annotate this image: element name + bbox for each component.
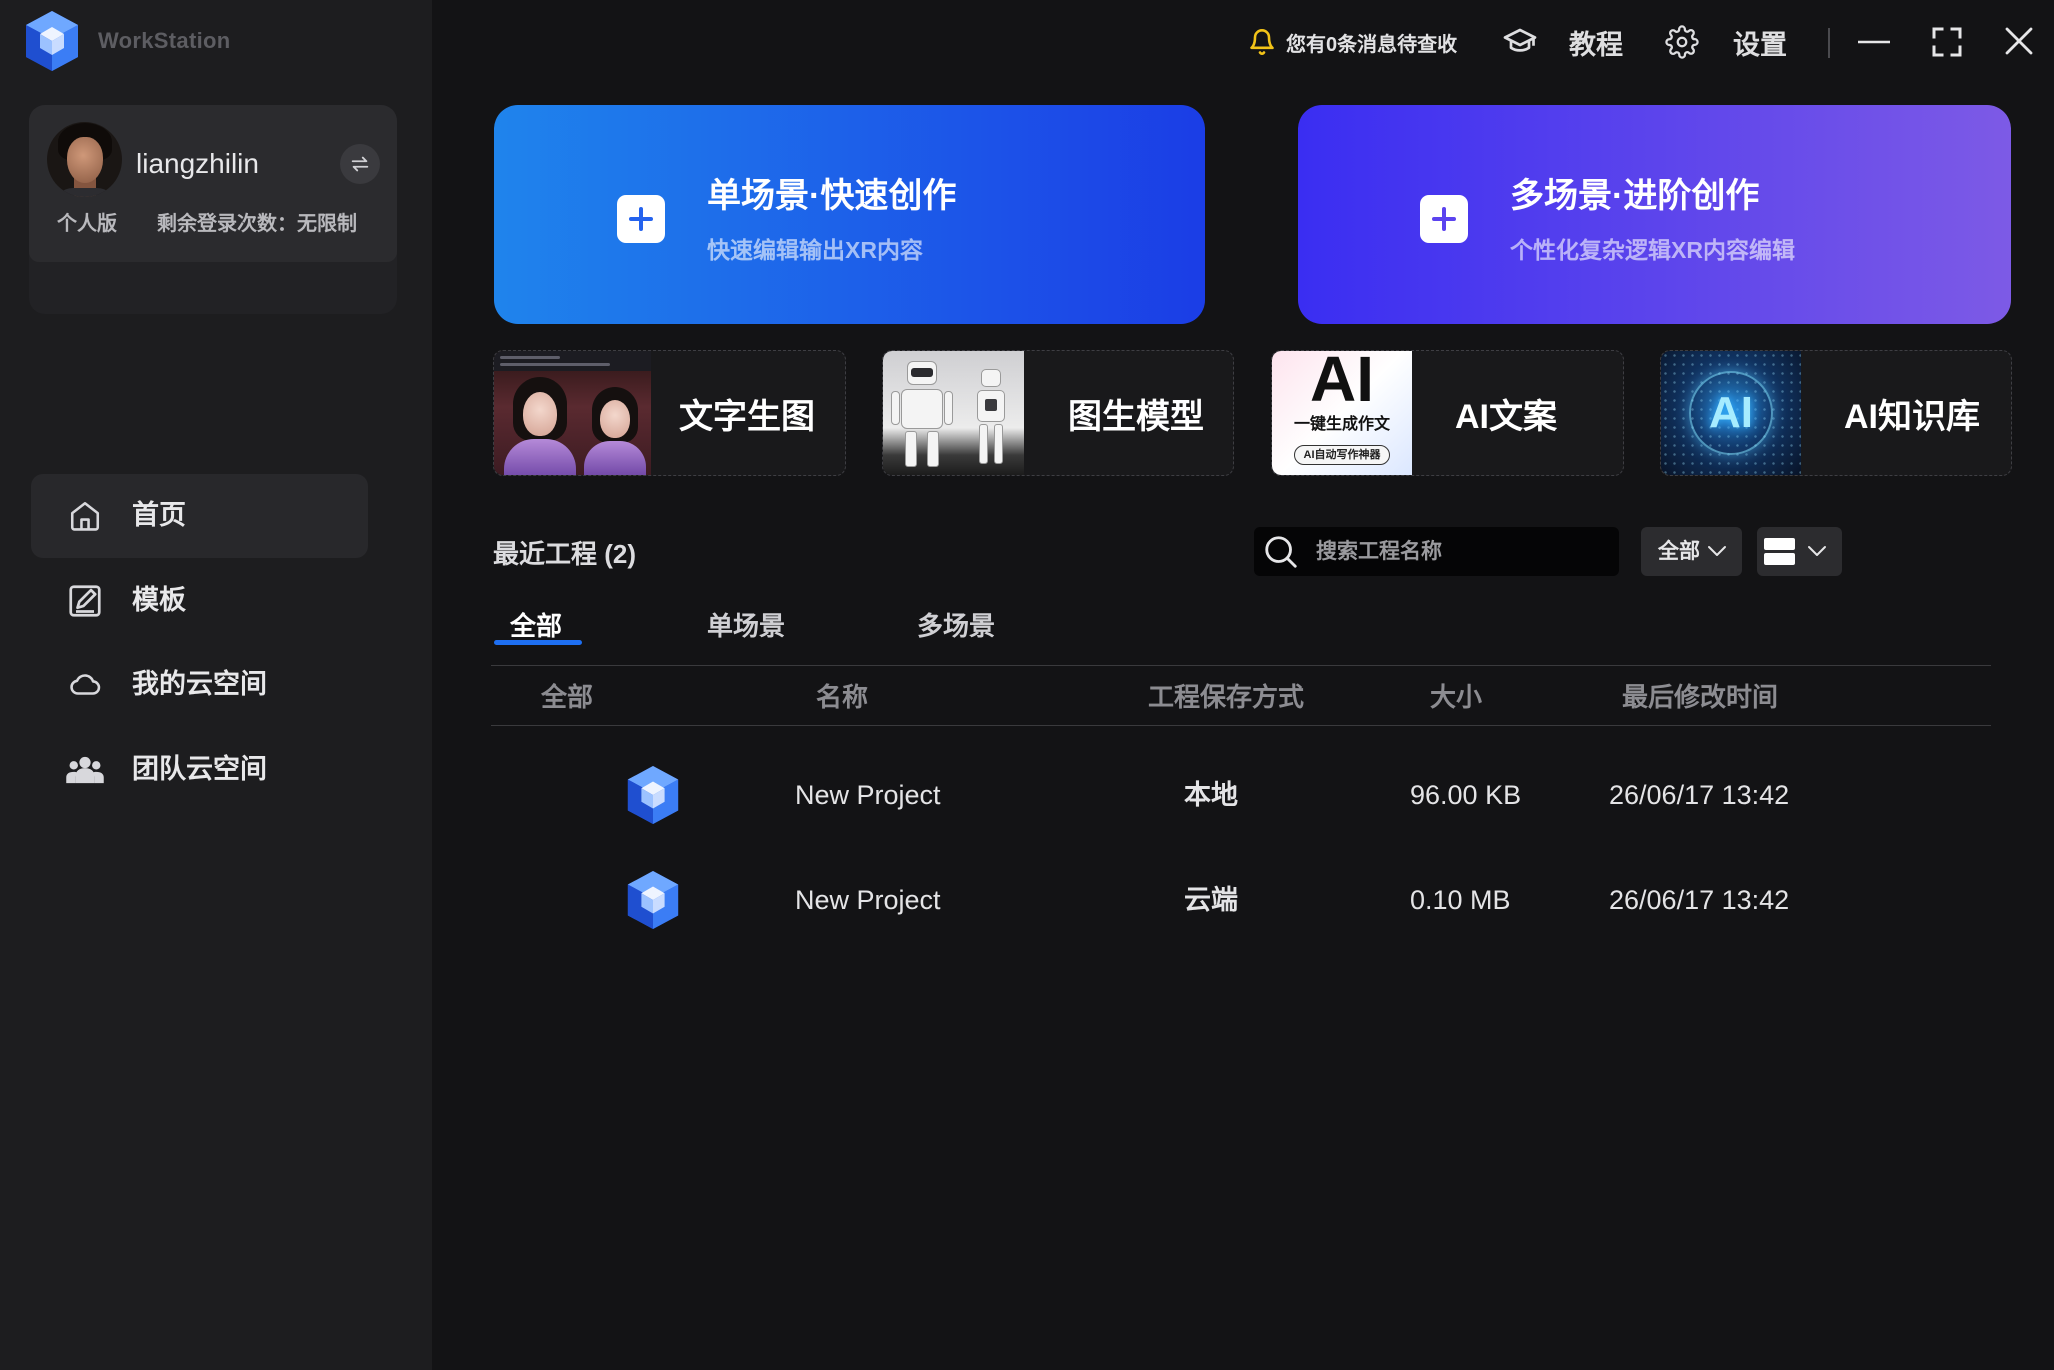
app-title: WorkStation — [98, 28, 231, 53]
feature-label: AI文案 — [1455, 397, 1557, 436]
sidebar-item-team-cloud[interactable]: 团队云空间 — [31, 728, 368, 812]
feature-label: 图生模型 — [1068, 397, 1204, 436]
switch-account-button[interactable] — [340, 144, 380, 184]
text-to-image-thumbnail — [494, 351, 651, 475]
graduation-cap-icon — [1503, 28, 1537, 52]
project-cube-icon — [627, 766, 679, 824]
minimize-button[interactable] — [1854, 22, 1894, 62]
view-mode-dropdown[interactable] — [1757, 527, 1842, 576]
project-modified: 26/06/17 13:42 — [1609, 780, 1790, 810]
bell-icon — [1250, 29, 1274, 55]
thumbnail-badge: AI自动写作神器 — [1294, 445, 1390, 465]
sidebar-item-my-cloud[interactable]: 我的云空间 — [31, 643, 368, 727]
ai-copywriting-thumbnail: AI 一键生成作文 AI自动写作神器 — [1272, 351, 1412, 475]
fullscreen-button[interactable] — [1928, 23, 1966, 61]
tab-multi-scene[interactable]: 多场景 — [917, 613, 995, 639]
login-remaining-label: 剩余登录次数：无限制 — [157, 213, 357, 235]
column-header-storage[interactable]: 工程保存方式 — [1148, 684, 1304, 710]
template-edit-icon — [65, 581, 105, 621]
user-card: liangzhilin 个人版 剩余登录次数：无限制 — [29, 105, 397, 314]
gear-icon — [1665, 25, 1699, 59]
notification-text: 您有0条消息待查收 — [1286, 33, 1458, 56]
feature-image-to-model[interactable]: 图生模型 — [882, 350, 1234, 476]
home-icon — [65, 496, 105, 536]
table-row[interactable]: New Project 云端 0.10 MB 26/06/17 13:42 — [491, 850, 1991, 950]
titlebar-divider — [1828, 28, 1830, 58]
search-icon — [1265, 536, 1297, 568]
column-header-all[interactable]: 全部 — [541, 684, 593, 710]
sidebar-item-label: 团队云空间 — [132, 754, 267, 784]
team-icon — [65, 750, 105, 790]
table-row[interactable]: New Project 本地 96.00 KB 26/06/17 13:42 — [491, 745, 1991, 845]
column-header-modified[interactable]: 最后修改时间 — [1622, 684, 1778, 710]
thumbnail-ai-text: AI — [1709, 388, 1753, 437]
sidebar-item-label: 模板 — [132, 585, 186, 615]
sidebar-item-label: 我的云空间 — [132, 669, 267, 699]
ai-knowledge-base-thumbnail: AI — [1661, 351, 1801, 475]
project-name: New Project — [795, 780, 941, 810]
plus-icon — [1420, 195, 1468, 243]
project-storage: 云端 — [1184, 885, 1238, 915]
fullscreen-icon — [1932, 27, 1962, 57]
chevron-down-icon — [1808, 546, 1826, 556]
thumbnail-ai-text: AI — [1310, 351, 1374, 415]
cloud-icon — [65, 665, 105, 705]
edition-label: 个人版 — [57, 213, 117, 235]
image-to-model-thumbnail — [883, 351, 1024, 475]
hero-subtitle: 个性化复杂逻辑XR内容编辑 — [1510, 237, 1795, 263]
filter-value: 全部 — [1658, 540, 1700, 563]
app-logo-icon — [22, 9, 82, 73]
tutorial-button[interactable]: 教程 — [1502, 22, 1623, 62]
user-card-header: liangzhilin 个人版 剩余登录次数：无限制 — [29, 105, 397, 262]
project-search — [1254, 527, 1619, 576]
user-name: liangzhilin — [136, 148, 259, 179]
tabs-divider — [491, 665, 1991, 666]
single-scene-create-card[interactable]: 单场景·快速创作 快速编辑输出XR内容 — [494, 105, 1205, 324]
hero-title: 单场景·快速创作 — [707, 177, 957, 215]
minimize-icon — [1858, 40, 1890, 44]
search-input[interactable] — [1316, 527, 1611, 576]
header-divider — [491, 725, 1991, 726]
close-icon — [2005, 27, 2033, 55]
column-header-name[interactable]: 名称 — [816, 684, 868, 710]
project-size: 96.00 KB — [1410, 780, 1522, 810]
tab-active-indicator — [494, 640, 582, 645]
feature-ai-knowledge-base[interactable]: AI AI知识库 — [1660, 350, 2012, 476]
settings-button[interactable]: 设置 — [1665, 22, 1787, 62]
hero-title: 多场景·进阶创作 — [1510, 177, 1760, 215]
sidebar-item-label: 首页 — [132, 500, 186, 530]
settings-label: 设置 — [1733, 29, 1787, 60]
sidebar-item-home[interactable]: 首页 — [31, 474, 368, 558]
column-header-size[interactable]: 大小 — [1430, 684, 1482, 710]
thumbnail-caption: 一键生成作文 — [1293, 416, 1390, 433]
plus-icon — [617, 195, 665, 243]
close-button[interactable] — [2000, 22, 2038, 60]
feature-label: AI知识库 — [1844, 397, 1980, 436]
project-cube-icon — [627, 871, 679, 929]
project-storage: 本地 — [1184, 780, 1238, 810]
tab-single-scene[interactable]: 单场景 — [707, 613, 785, 639]
project-name: New Project — [795, 885, 941, 915]
feature-ai-copywriting[interactable]: AI 一键生成作文 AI自动写作神器 AI文案 — [1271, 350, 1624, 476]
feature-text-to-image[interactable]: 文字生图 — [493, 350, 846, 476]
avatar[interactable] — [47, 122, 122, 197]
chevron-down-icon — [1708, 546, 1726, 556]
tab-all[interactable]: 全部 — [510, 613, 562, 639]
feature-label: 文字生图 — [679, 397, 815, 436]
sidebar: WorkStation liangzhilin 个人版 剩余登录次数：无限制 首… — [0, 0, 432, 1370]
recent-projects-title: 最近工程 (2) — [493, 539, 637, 569]
project-modified: 26/06/17 13:42 — [1609, 885, 1790, 915]
filter-dropdown[interactable]: 全部 — [1641, 527, 1742, 576]
notification-button[interactable]: 您有0条消息待查收 — [1248, 22, 1457, 62]
tutorial-label: 教程 — [1569, 29, 1623, 60]
sidebar-item-template[interactable]: 模板 — [31, 559, 368, 643]
swap-arrows-icon — [351, 156, 369, 172]
hero-subtitle: 快速编辑输出XR内容 — [707, 237, 923, 263]
project-size: 0.10 MB — [1410, 885, 1511, 915]
workstation-window: WorkStation liangzhilin 个人版 剩余登录次数：无限制 首… — [0, 0, 2054, 1370]
multi-scene-create-card[interactable]: 多场景·进阶创作 个性化复杂逻辑XR内容编辑 — [1298, 105, 2011, 324]
